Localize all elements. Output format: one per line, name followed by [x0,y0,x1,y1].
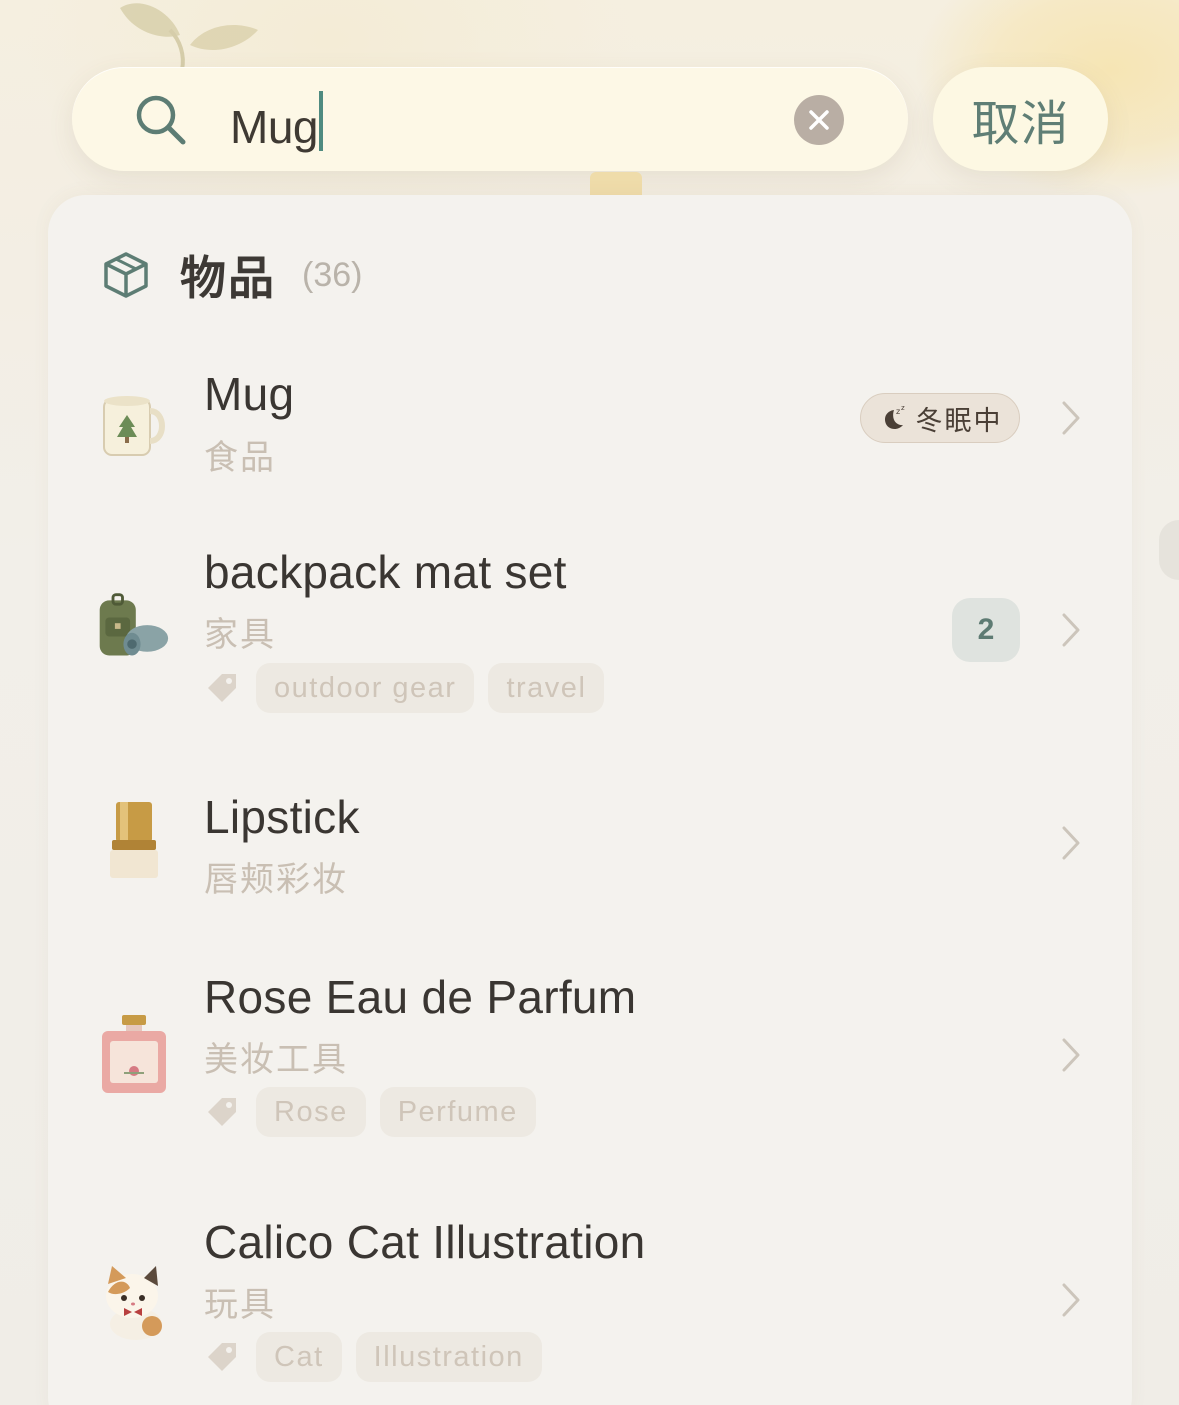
mug-icon [103,396,165,456]
list-item[interactable]: Mug 食品 z z 冬眠中 [48,355,1132,485]
item-name: backpack mat set [204,546,567,598]
item-category: 食品 [204,439,276,477]
item-category: 玩具 [204,1286,276,1324]
text-caret [318,91,323,151]
list-item[interactable]: Calico Cat Illustration 玩具 Cat Illustrat… [48,1205,1132,1395]
item-name: Lipstick [204,791,360,843]
search-icon [136,95,186,145]
background-decoration [1159,520,1179,580]
lipstick-icon [110,802,158,878]
search-bar: Mug 取消 [72,67,1108,171]
tag[interactable]: Illustration [355,1332,542,1382]
list-item[interactable]: Lipstick 唇颊彩妆 [48,780,1132,910]
list-item[interactable]: Rose Eau de Parfum 美妆工具 Rose Perfume [48,960,1132,1150]
tag[interactable]: Perfume [379,1087,536,1137]
section-count: (36) [302,255,363,294]
chevron-right-icon [1062,613,1080,647]
tag-icon [208,1098,236,1126]
tag[interactable]: travel [488,663,605,713]
item-category: 美妆工具 [204,1041,348,1079]
search-field-value[interactable]: Mug [230,91,323,153]
close-icon [809,110,829,130]
perfume-icon [102,1015,166,1093]
tag-list: Cat Illustration [204,1332,556,1382]
tag-list: outdoor gear travel [204,663,618,713]
chevron-right-icon [1062,401,1080,435]
section-header: 物品 (36) [100,245,362,305]
item-category: 家具 [204,616,276,654]
chevron-right-icon [1062,826,1080,860]
tag[interactable]: Rose [256,1087,366,1137]
results-panel: 物品 (36) Mug 食品 z z 冬眠中 backpack mat set … [48,195,1132,1405]
item-category: 唇颊彩妆 [204,861,348,899]
chevron-right-icon [1062,1038,1080,1072]
backpack-icon [99,593,169,656]
moon-sleep-icon: z z [884,404,907,430]
search-input[interactable]: Mug [72,67,908,171]
list-item[interactable]: backpack mat set 家具 outdoor gear travel … [48,535,1132,725]
svg-text:z: z [901,404,907,412]
item-name: Mug [204,368,295,420]
box-icon [104,252,148,298]
status-badge-label: 冬眠中 [915,405,1003,436]
tag[interactable]: Cat [256,1332,342,1382]
section-title: 物品 [180,252,276,304]
item-name: Calico Cat Illustration [204,1216,646,1268]
cancel-button[interactable]: 取消 [933,67,1108,171]
status-badge: z z 冬眠中 [860,393,1020,443]
tag-icon [208,674,236,702]
cat-icon [106,1266,162,1340]
chevron-right-icon [1062,1283,1080,1317]
tag-list: Rose Perfume [204,1087,550,1137]
item-name: Rose Eau de Parfum [204,971,637,1023]
count-badge: 2 [952,598,1020,662]
tag-icon [208,1343,236,1371]
clear-search-button[interactable] [794,95,844,145]
tag[interactable]: outdoor gear [256,663,475,713]
